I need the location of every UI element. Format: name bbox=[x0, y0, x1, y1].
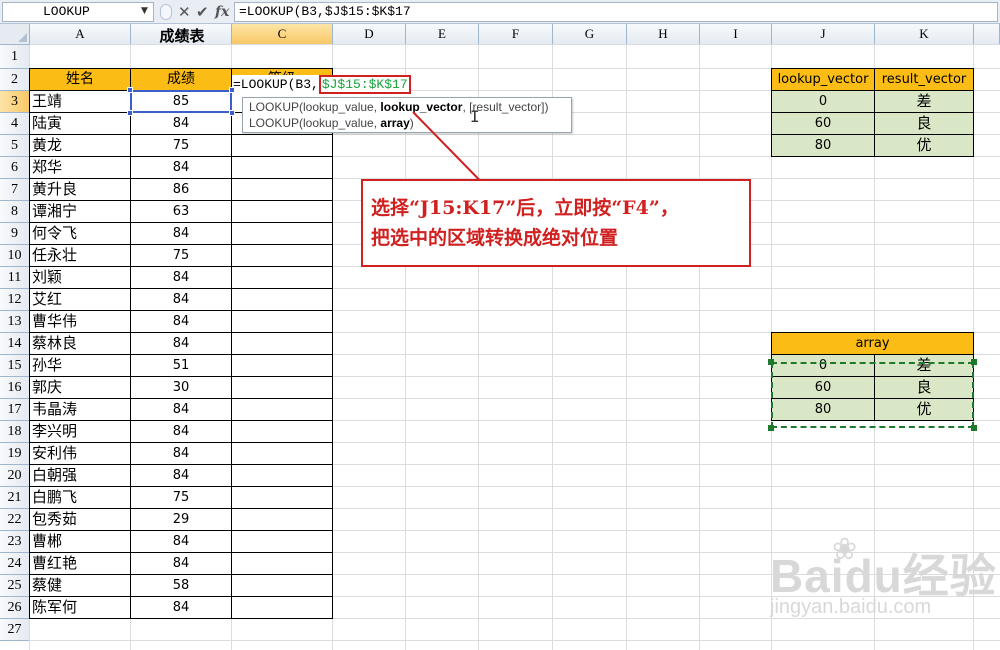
copy-range-marquee bbox=[771, 362, 974, 428]
selection-handle[interactable] bbox=[229, 110, 235, 116]
baidu-watermark: ❀ Baidu经验 jingyan.baidu.com bbox=[770, 533, 1000, 650]
marquee-handle bbox=[971, 425, 977, 431]
callout-line-2: 把选中的区域转换成绝对位置 bbox=[371, 227, 619, 249]
selection-handle[interactable] bbox=[127, 110, 133, 116]
marquee-handle bbox=[768, 359, 774, 365]
watermark-url: jingyan.baidu.com bbox=[770, 596, 932, 618]
selection-handle[interactable] bbox=[127, 87, 133, 93]
callout-line-1: 选择“J15:K17”后，立即按“F4”， bbox=[371, 197, 679, 219]
marquee-handle bbox=[971, 359, 977, 365]
selection-handle[interactable] bbox=[229, 87, 235, 93]
instruction-callout: 选择“J15:K17”后，立即按“F4”， 把选中的区域转换成绝对位置 bbox=[361, 179, 751, 267]
marquee-handle bbox=[768, 425, 774, 431]
